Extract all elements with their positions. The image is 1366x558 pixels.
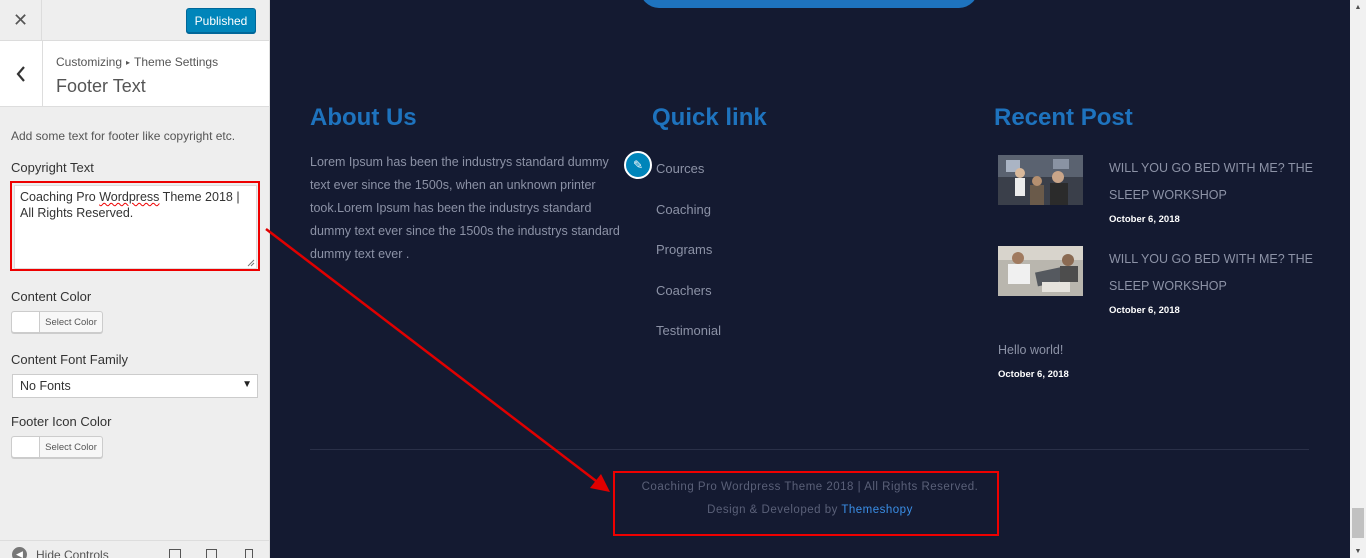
copyright-label: Copyright Text bbox=[11, 160, 94, 175]
customizer-header: ✕ Published bbox=[0, 0, 269, 41]
post-date: October 6, 2018 bbox=[1109, 214, 1180, 225]
footer-icon-color-picker[interactable]: Select Color bbox=[11, 436, 103, 458]
copyright-text-spell: Wordpress bbox=[99, 190, 160, 204]
publish-button[interactable]: Published bbox=[186, 8, 256, 33]
section-title: Footer Text bbox=[56, 76, 146, 96]
quick-link-item[interactable]: Coachers bbox=[656, 283, 712, 298]
breadcrumb-root: Customizing bbox=[56, 55, 123, 69]
scroll-thumb[interactable] bbox=[1352, 508, 1364, 538]
pencil-icon: ✎ bbox=[632, 158, 644, 172]
footer-divider bbox=[310, 449, 1309, 450]
section-header: Customizing ▸ Theme Settings Footer Text bbox=[0, 41, 269, 107]
content-color-picker[interactable]: Select Color bbox=[11, 311, 103, 333]
chevron-left-icon bbox=[16, 65, 25, 82]
site-preview: About Us Lorem Ipsum has been the indust… bbox=[270, 0, 1350, 558]
copyright-highlight-box bbox=[613, 471, 999, 536]
font-family-select[interactable]: No Fonts ▼ bbox=[12, 374, 258, 398]
post-date: October 6, 2018 bbox=[998, 369, 1069, 380]
copyright-text-pre: Coaching Pro bbox=[20, 190, 100, 204]
desktop-preview-icon[interactable] bbox=[169, 549, 181, 558]
copyright-textarea[interactable]: Coaching Pro Wordpress Theme 2018 | All … bbox=[14, 185, 257, 269]
select-color-label: Select Color bbox=[45, 441, 97, 453]
cta-button-partial[interactable] bbox=[640, 0, 978, 8]
resize-grip-icon[interactable] bbox=[247, 259, 255, 267]
scroll-down-icon[interactable]: ▼ bbox=[1350, 544, 1366, 558]
copyright-highlight-box: Coaching Pro Wordpress Theme 2018 | All … bbox=[10, 181, 260, 271]
section-description: Add some text for footer like copyright … bbox=[11, 129, 236, 143]
post-title-link[interactable]: Hello world! bbox=[998, 343, 1063, 357]
close-icon: ✕ bbox=[12, 9, 29, 30]
tablet-preview-icon[interactable] bbox=[206, 549, 217, 558]
preview-scrollbar[interactable]: ▲ ▼ bbox=[1350, 0, 1366, 558]
breadcrumb-separator-icon: ▸ bbox=[126, 58, 131, 67]
close-customizer-button[interactable]: ✕ bbox=[0, 0, 42, 40]
post-date: October 6, 2018 bbox=[1109, 305, 1180, 316]
scroll-up-icon[interactable]: ▲ bbox=[1350, 0, 1366, 14]
quick-link-title: Quick link bbox=[652, 104, 767, 131]
breadcrumb: Customizing ▸ Theme Settings bbox=[56, 55, 218, 69]
color-swatch bbox=[12, 312, 40, 332]
quick-link-item[interactable]: Cources bbox=[656, 161, 704, 176]
hide-controls-button[interactable]: ◀ Hide Controls bbox=[12, 547, 109, 558]
breadcrumb-parent: Theme Settings bbox=[134, 55, 219, 69]
hide-controls-label: Hide Controls bbox=[36, 547, 109, 558]
recent-post-title: Recent Post bbox=[994, 104, 1133, 131]
content-color-label: Content Color bbox=[11, 289, 92, 304]
font-family-label: Content Font Family bbox=[11, 352, 129, 367]
customizer-panel: ✕ Published Customizing ▸ Theme Settings F… bbox=[0, 0, 270, 558]
footer-icon-color-label: Footer Icon Color bbox=[11, 414, 112, 429]
customizer-footer: ◀ Hide Controls bbox=[0, 540, 269, 558]
color-swatch bbox=[12, 437, 40, 457]
back-button[interactable] bbox=[0, 41, 43, 106]
mobile-preview-icon[interactable] bbox=[245, 549, 253, 558]
about-title: About Us bbox=[310, 104, 417, 131]
post-title-link[interactable]: WILL YOU GO BED WITH ME? THE SLEEP WORKS… bbox=[1109, 246, 1319, 300]
edit-shortcut-button[interactable]: ✎ bbox=[624, 151, 652, 179]
quick-link-item[interactable]: Programs bbox=[656, 242, 712, 257]
post-thumbnail[interactable] bbox=[998, 155, 1083, 205]
quick-link-item[interactable]: Coaching bbox=[656, 202, 711, 217]
post-thumbnail[interactable] bbox=[998, 246, 1083, 296]
font-family-value: No Fonts bbox=[20, 379, 71, 393]
post-title-link[interactable]: WILL YOU GO BED WITH ME? THE SLEEP WORKS… bbox=[1109, 155, 1319, 209]
collapse-icon: ◀ bbox=[12, 547, 27, 558]
select-color-label: Select Color bbox=[45, 316, 97, 328]
dropdown-arrow-icon: ▼ bbox=[242, 379, 252, 390]
about-text: Lorem Ipsum has been the industrys stand… bbox=[310, 155, 620, 261]
quick-link-item[interactable]: Testimonial bbox=[656, 323, 721, 338]
